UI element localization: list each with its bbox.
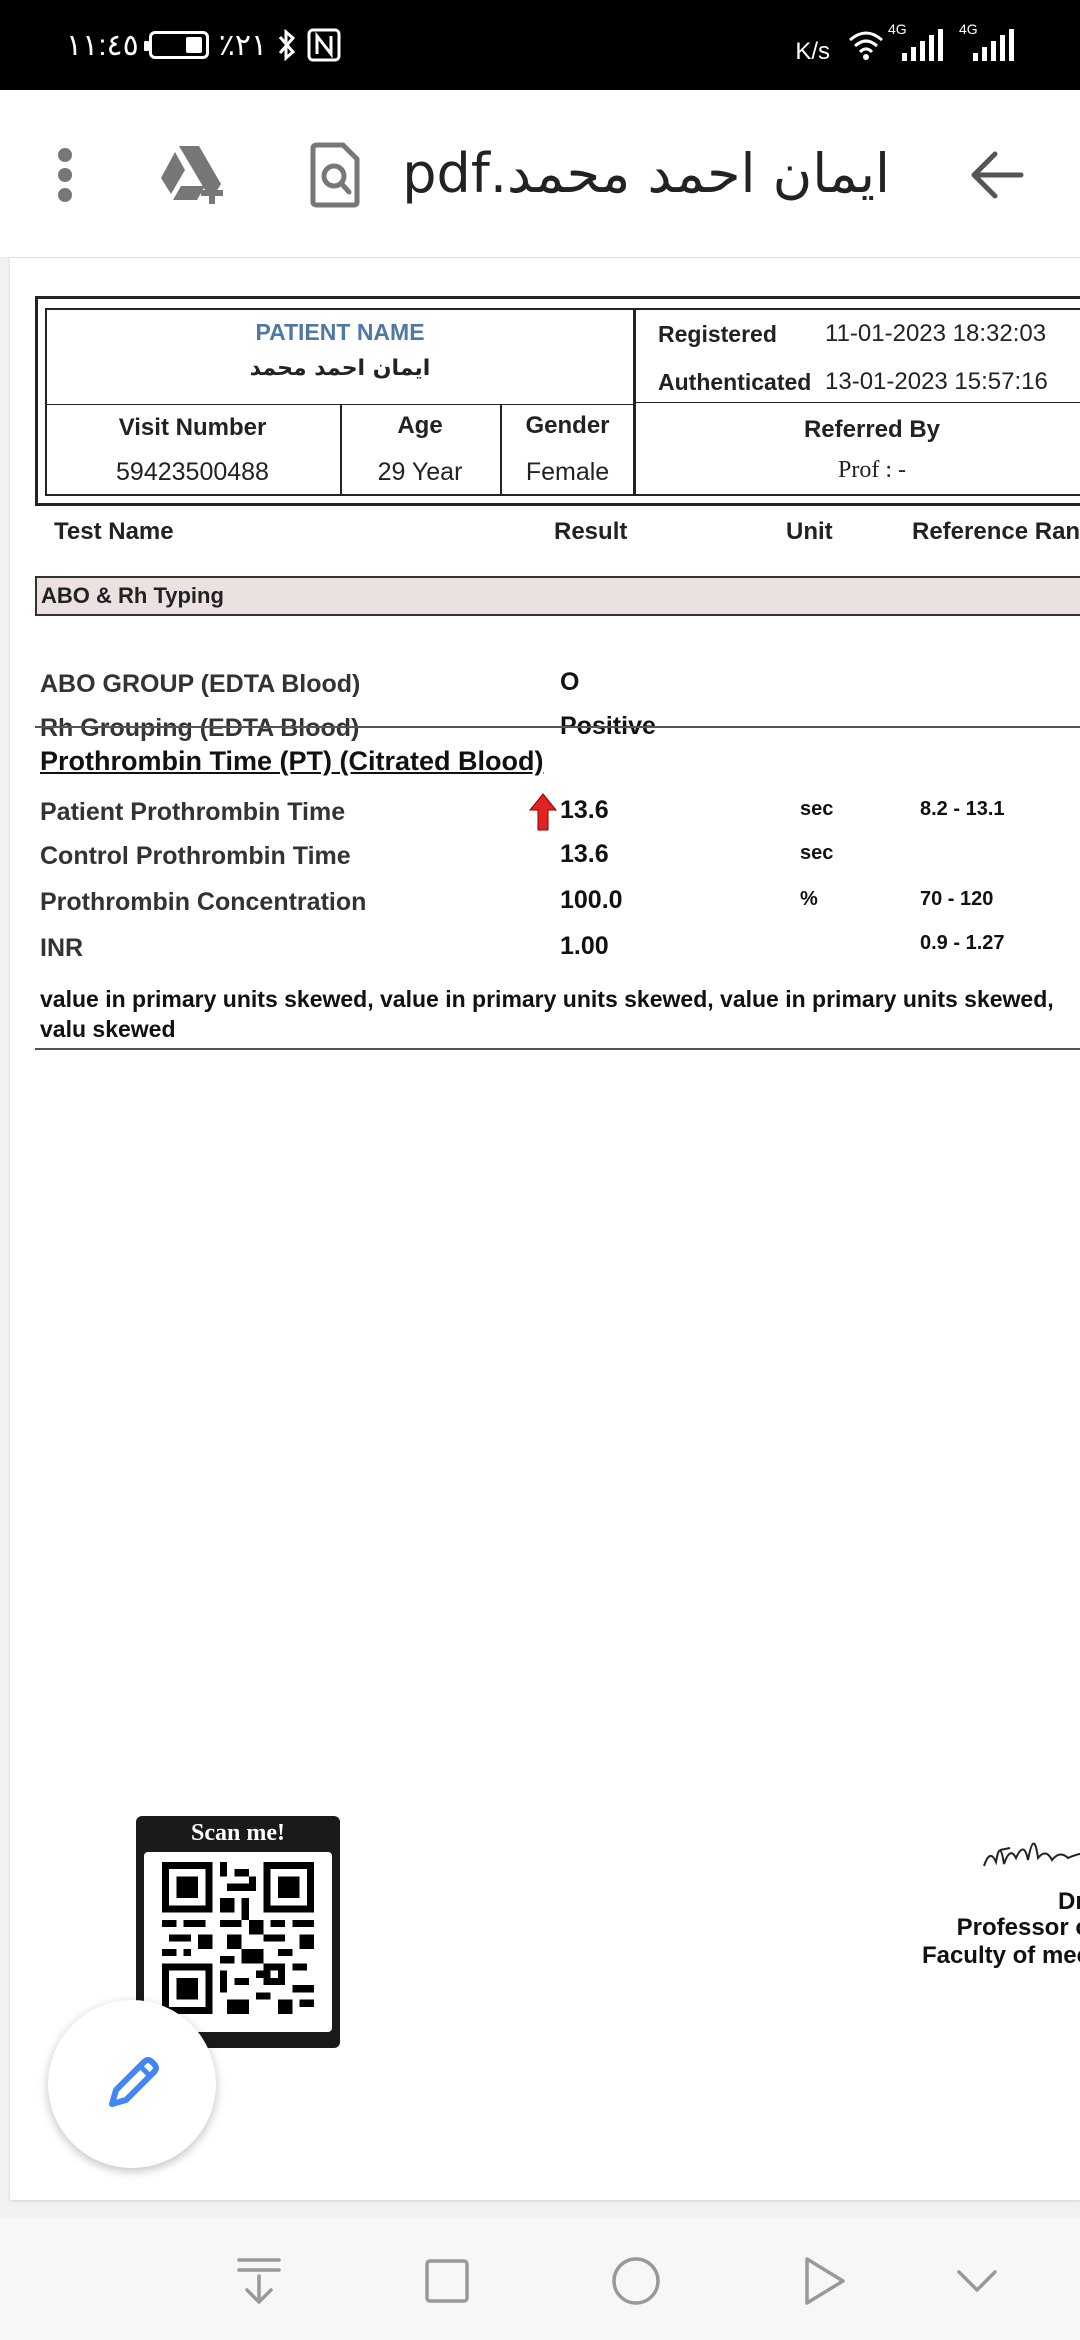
pdf-viewer[interactable]: PATIENT NAME ايمان احمد محمد Visit Numbe… bbox=[0, 258, 1080, 2218]
report-note: value in primary units skewed, value in … bbox=[40, 986, 1054, 1042]
edit-fab-button[interactable] bbox=[48, 2000, 216, 2168]
patient-name: ايمان احمد محمد bbox=[249, 355, 431, 381]
patient-name-label: PATIENT NAME bbox=[255, 318, 425, 345]
signature-line-2: Professor o bbox=[956, 1914, 1080, 1941]
status-left: ١١:٤٥ ٪٢١ bbox=[66, 24, 341, 66]
referred-by-label: Referred By bbox=[803, 416, 941, 443]
col-result: Result bbox=[554, 518, 628, 545]
download-icon[interactable] bbox=[224, 2246, 294, 2316]
registered-value: 11-01-2023 18:32:03 bbox=[825, 320, 1047, 347]
clock: ١١:٤٥ bbox=[66, 28, 139, 62]
qr-code-icon bbox=[162, 1862, 314, 2014]
note-divider bbox=[35, 1048, 1080, 1050]
test-name-patient-pt: Patient Prothrombin Time bbox=[40, 798, 346, 826]
section-abo: ABO & Rh Typing bbox=[35, 576, 1080, 616]
result-patient-pt: 13.6 bbox=[560, 796, 609, 824]
gender-label: Gender bbox=[525, 412, 610, 439]
high-flag-icon bbox=[528, 793, 558, 831]
pencil-icon bbox=[109, 2057, 159, 2107]
net-speed: K/s bbox=[795, 38, 830, 65]
ref-concentration: 70 - 120 bbox=[920, 888, 994, 910]
col-test-name: Test Name bbox=[54, 518, 174, 545]
result-inr: 1.00 bbox=[560, 932, 609, 960]
status-right: K/s 4G 4G bbox=[795, 21, 1014, 68]
age-label: Age bbox=[397, 412, 443, 439]
bluetooth-icon bbox=[279, 28, 296, 62]
qr-label: Scan me! bbox=[191, 1820, 285, 1846]
app-toolbar: ايمان احمد محمد.pdf bbox=[0, 90, 1080, 258]
age-value: 29 Year bbox=[377, 457, 463, 486]
status-bar: ١١:٤٥ ٪٢١ K/s 4G 4G bbox=[0, 0, 1080, 90]
unit-concentration: % bbox=[800, 888, 818, 910]
arrow-left-icon[interactable] bbox=[952, 130, 1042, 220]
signature-line-1: Dr. bbox=[1057, 1888, 1080, 1915]
test-name-inr: INR bbox=[40, 934, 84, 962]
result-concentration: 100.0 bbox=[560, 886, 623, 914]
square-icon[interactable] bbox=[412, 2246, 482, 2316]
unit-control-pt: sec bbox=[800, 842, 834, 864]
signature-line-3: Faculty of mec bbox=[921, 1942, 1080, 1969]
battery-icon bbox=[143, 31, 209, 59]
more-vert-icon[interactable] bbox=[20, 130, 110, 220]
signal-icon: 4G bbox=[888, 21, 943, 61]
section-pt: Prothrombin Time (PT) (Citrated Blood) bbox=[40, 746, 544, 776]
document-search-icon[interactable] bbox=[290, 130, 380, 220]
visit-number-label: Visit Number bbox=[118, 414, 267, 441]
signature-icon bbox=[983, 1842, 1080, 1867]
result-abo: O bbox=[560, 668, 580, 696]
unit-patient-pt: sec bbox=[800, 798, 834, 820]
test-name-abo: ABO GROUP (EDTA Blood) bbox=[40, 670, 361, 698]
battery-percent: ٪٢١ bbox=[218, 28, 268, 62]
divider bbox=[634, 402, 1080, 403]
system-nav-bar bbox=[0, 2218, 1080, 2340]
registered-label: Registered bbox=[658, 320, 777, 347]
gender-value: Female bbox=[525, 457, 610, 486]
add-to-drive-icon[interactable] bbox=[148, 130, 238, 220]
result-control-pt: 13.6 bbox=[560, 840, 609, 868]
test-name-control-pt: Control Prothrombin Time bbox=[40, 842, 351, 870]
circle-icon[interactable] bbox=[601, 2246, 671, 2316]
authenticated-label: Authenticated bbox=[658, 368, 812, 395]
triangle-icon[interactable] bbox=[790, 2246, 860, 2316]
ref-patient-pt: 8.2 - 13.1 bbox=[920, 798, 1005, 820]
ref-inr: 0.9 - 1.27 bbox=[920, 932, 1005, 954]
col-reference: Reference Ran bbox=[912, 518, 1080, 545]
chevron-down-icon[interactable] bbox=[942, 2246, 1012, 2316]
signal-icon-2: 4G bbox=[959, 21, 1014, 61]
pdf-page[interactable]: PATIENT NAME ايمان احمد محمد Visit Numbe… bbox=[10, 258, 1080, 2200]
section-divider bbox=[35, 726, 1080, 728]
wifi-icon bbox=[849, 31, 883, 60]
referred-by-value: Prof : - bbox=[838, 456, 906, 483]
test-name-rh: Rh Grouping (EDTA Blood) bbox=[40, 714, 360, 742]
nfc-icon bbox=[307, 28, 341, 62]
visit-number: 59423500488 bbox=[116, 457, 269, 486]
col-unit: Unit bbox=[786, 518, 833, 545]
test-name-concentration: Prothrombin Concentration bbox=[40, 888, 367, 916]
authenticated-value: 13-01-2023 15:57:16 bbox=[825, 368, 1048, 395]
document-title: ايمان احمد محمد.pdf bbox=[402, 142, 890, 205]
